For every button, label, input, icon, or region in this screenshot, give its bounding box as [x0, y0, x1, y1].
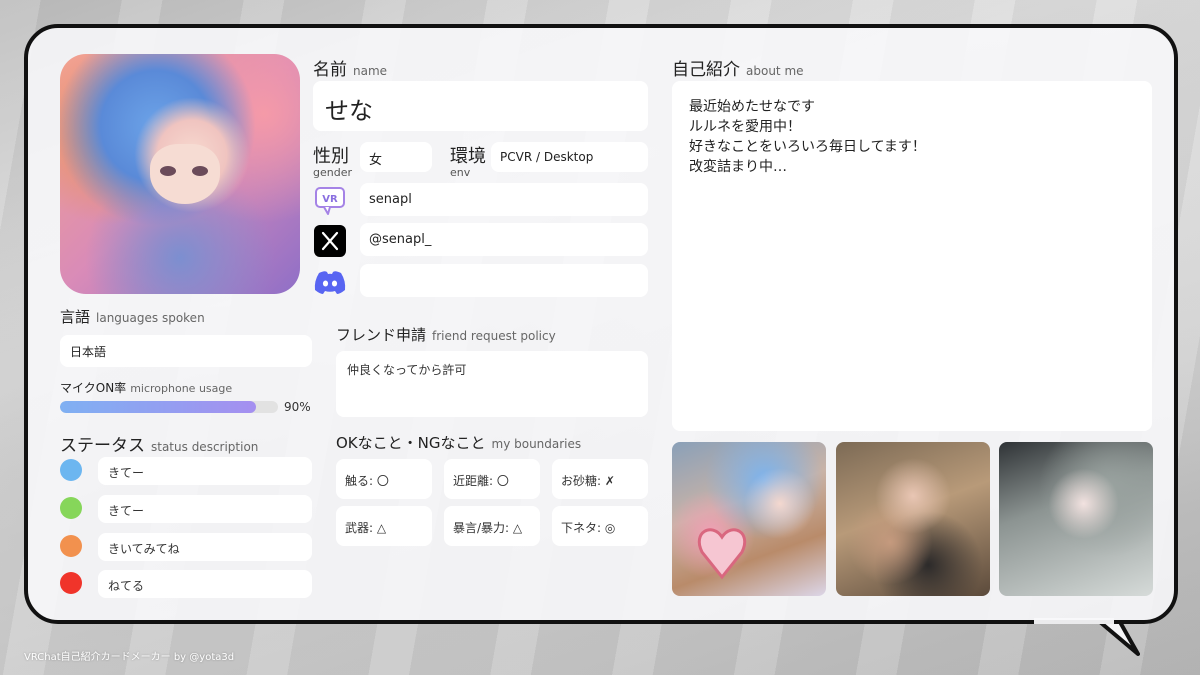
boundary-text-4: 暴言/暴力: △	[453, 521, 523, 535]
gender-label: 性別 gender	[313, 146, 352, 179]
x-handle-field: @senapl_	[360, 223, 648, 256]
photo-3	[999, 442, 1153, 596]
status-dot-2	[60, 535, 82, 557]
boundary-text-5: 下ネタ: ◎	[561, 521, 616, 535]
status-text-2: きいてみてね	[108, 542, 180, 556]
gender-field: 女	[360, 142, 432, 172]
gender-value: 女	[369, 153, 383, 168]
x-handle-value: @senapl_	[369, 232, 432, 247]
avatar-image	[60, 54, 300, 294]
boundaries-label: OKなこと・NGなこと my boundaries	[336, 434, 582, 452]
status-dot-1	[60, 497, 82, 519]
status-field-1: きてー	[98, 495, 312, 523]
status-text-3: ねてる	[108, 579, 145, 593]
status-field-2: きいてみてね	[98, 533, 312, 561]
photo-2	[836, 442, 990, 596]
status-dot-0	[60, 459, 82, 481]
boundary-item-1: 近距離: 〇	[444, 459, 540, 499]
boundary-item-5: 下ネタ: ◎	[552, 506, 648, 546]
vrchat-id-field: senapl	[360, 183, 648, 216]
mic-usage-bar	[60, 401, 278, 413]
svg-text:VR: VR	[322, 194, 338, 205]
languages-field: 日本語	[60, 335, 312, 367]
discord-id-field	[360, 264, 648, 297]
status-dot-3	[60, 572, 82, 594]
boundary-text-3: 武器: △	[345, 521, 387, 535]
boundary-text-0: 触る: 〇	[345, 474, 389, 488]
name-label: 名前 name	[313, 60, 388, 80]
boundary-item-4: 暴言/暴力: △	[444, 506, 540, 546]
friend-request-label: フレンド申請 friend request policy	[336, 326, 556, 344]
boundary-item-3: 武器: △	[336, 506, 432, 546]
status-label: ステータス status description	[60, 436, 259, 456]
name-value: せな	[325, 97, 373, 125]
mic-usage-fill	[60, 401, 257, 413]
env-value: PCVR / Desktop	[500, 150, 594, 164]
boundary-item-0: 触る: 〇	[336, 459, 432, 499]
status-text-1: きてー	[108, 504, 145, 518]
languages-label: 言語 languages spoken	[60, 308, 205, 326]
status-field-0: きてー	[98, 457, 312, 485]
friend-request-value: 仲良くなってから許可	[347, 363, 467, 377]
discord-icon	[313, 265, 347, 299]
vrchat-id-value: senapl	[369, 192, 412, 207]
friend-request-field: 仲良くなってから許可	[336, 351, 648, 417]
about-me-field: 最近始めたせなです ルルネを愛用中！ 好きなことをいろいろ毎日してます！ 改変詰…	[672, 81, 1152, 431]
about-me-line-2: 好きなことをいろいろ毎日してます！	[689, 139, 926, 155]
boundary-text-2: お砂糖: ✗	[561, 474, 615, 488]
languages-value: 日本語	[70, 345, 107, 359]
photo-1	[672, 442, 826, 596]
env-label: 環境 env	[450, 146, 486, 179]
speech-bubble-tail	[1030, 618, 1140, 656]
mic-usage-value: 90%	[284, 400, 311, 414]
footer-credit: VRChat自己紹介カードメーカー by @yota3d	[24, 652, 235, 663]
boundary-item-2: お砂糖: ✗	[552, 459, 648, 499]
about-me-label: 自己紹介 about me	[672, 60, 804, 80]
status-text-0: きてー	[108, 466, 145, 480]
about-me-line-1: ルルネを愛用中！	[689, 119, 801, 135]
name-field: せな	[313, 81, 648, 131]
mic-label: マイクON率 microphone usage	[60, 381, 233, 395]
about-me-line-3: 改変詰まり中…	[689, 159, 787, 175]
about-me-line-0: 最近始めたせなです	[689, 99, 815, 115]
status-field-3: ねてる	[98, 570, 312, 598]
x-logo-icon	[313, 224, 347, 258]
vrchat-icon: VR	[313, 184, 347, 218]
boundary-text-1: 近距離: 〇	[453, 474, 509, 488]
env-field: PCVR / Desktop	[491, 142, 648, 172]
